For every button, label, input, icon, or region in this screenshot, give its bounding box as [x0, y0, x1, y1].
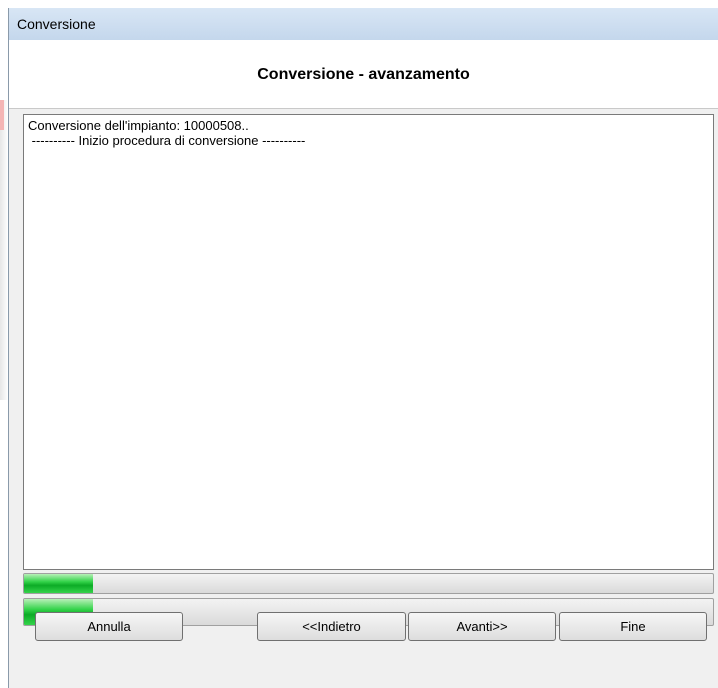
background-window-edge [0, 100, 8, 400]
finish-button[interactable]: Fine [559, 612, 707, 641]
title-bar[interactable]: Conversione [9, 8, 718, 41]
background-window-accent [0, 100, 4, 130]
current-progress-fill [24, 574, 93, 593]
next-button[interactable]: Avanti>> [408, 612, 556, 641]
window-title: Conversione [17, 16, 96, 32]
conversion-log[interactable]: Conversione dell'impianto: 10000508.. --… [23, 114, 714, 570]
cancel-button[interactable]: Annulla [35, 612, 183, 641]
back-button[interactable]: <<Indietro [257, 612, 406, 641]
conversion-dialog: Conversione Conversione - avanzamento Co… [8, 8, 718, 688]
current-progress-bar [23, 573, 714, 594]
log-line: Conversione dell'impianto: 10000508.. [28, 118, 249, 133]
log-line: ---------- Inizio procedura di conversio… [28, 133, 306, 148]
page-heading: Conversione - avanzamento [257, 66, 470, 83]
wizard-header: Conversione - avanzamento [9, 40, 718, 109]
